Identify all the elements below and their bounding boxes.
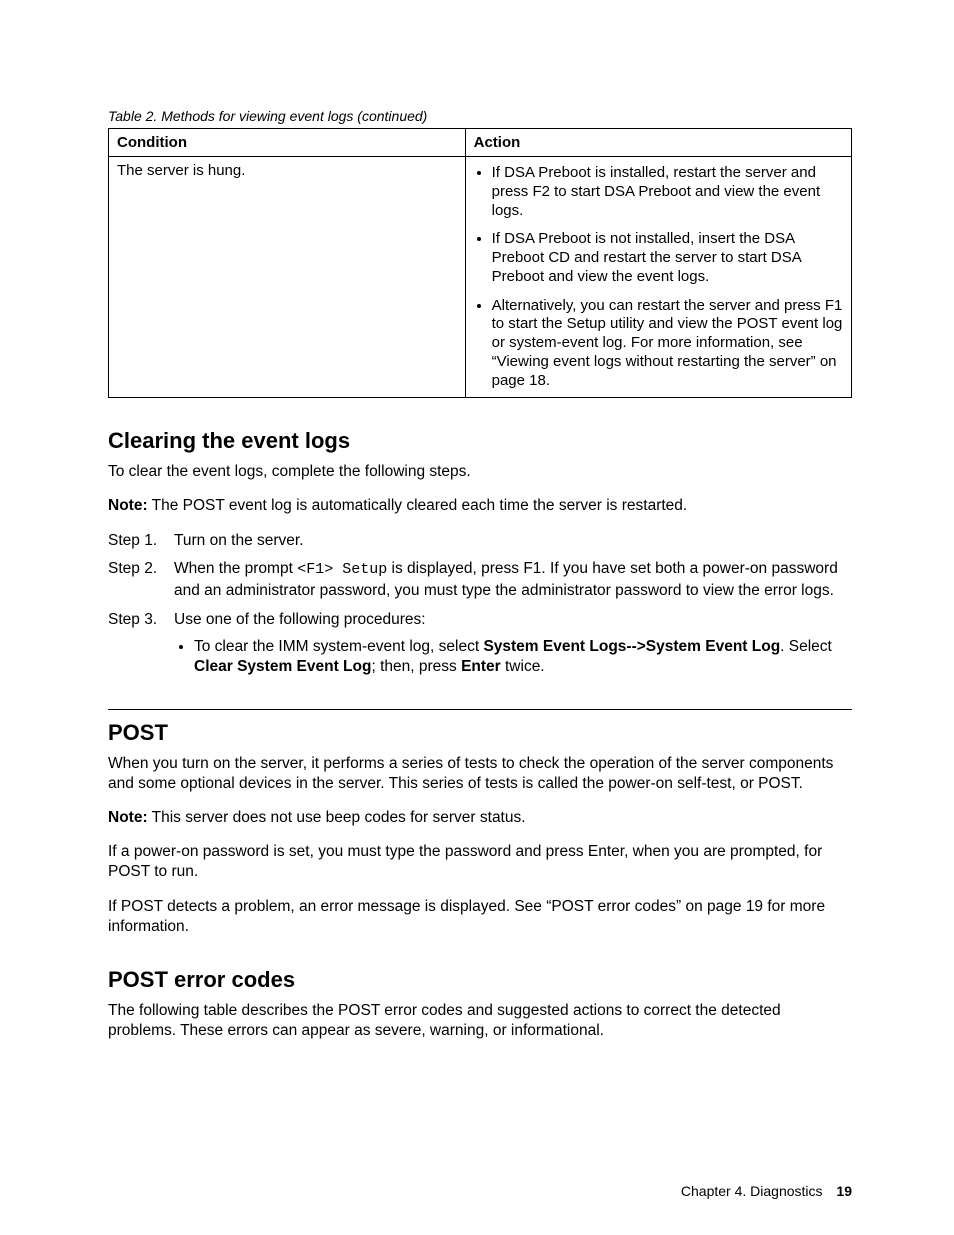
paragraph: The following table describes the POST e… (108, 1001, 852, 1041)
list-item: To clear the IMM system-event log, selec… (194, 637, 852, 677)
note-body: This server does not use beep codes for … (148, 809, 526, 826)
list-item: If DSA Preboot is not installed, insert … (492, 230, 843, 286)
step-label: Step 1. (108, 531, 174, 552)
text: When the prompt (174, 560, 297, 577)
step-body: Turn on the server. (174, 531, 852, 552)
paragraph: To clear the event logs, complete the fo… (108, 462, 852, 482)
heading-clearing-event-logs: Clearing the event logs (108, 428, 852, 454)
bold: Enter (461, 658, 501, 675)
step-body: When the prompt <F1> Setup is displayed,… (174, 559, 852, 601)
bold: Clear System Event Log (194, 658, 371, 675)
action-list: If DSA Preboot is installed, restart the… (474, 164, 843, 390)
col-header-condition: Condition (109, 129, 466, 157)
step-body: Use one of the following procedures: To … (174, 610, 852, 681)
note-label: Note: (108, 497, 148, 514)
paragraph: When you turn on the server, it performs… (108, 754, 852, 794)
list-item: If DSA Preboot is installed, restart the… (492, 164, 843, 220)
note-label: Note: (108, 809, 148, 826)
action-cell: If DSA Preboot is installed, restart the… (465, 157, 851, 398)
note-paragraph: Note: This server does not use beep code… (108, 808, 852, 828)
text: To clear the IMM system-event log, selec… (194, 638, 483, 655)
bold: System Event Logs-->System Event Log (483, 638, 780, 655)
step-label: Step 2. (108, 559, 174, 601)
paragraph: If POST detects a problem, an error mess… (108, 897, 852, 937)
footer-chapter: Chapter 4. Diagnostics (681, 1183, 823, 1199)
document-page: Table 2. Methods for viewing event logs … (0, 0, 954, 1235)
condition-cell: The server is hung. (109, 157, 466, 398)
steps-list: Step 1. Turn on the server. Step 2. When… (108, 531, 852, 681)
event-table: Condition Action The server is hung. If … (108, 128, 852, 398)
step-label: Step 3. (108, 610, 174, 681)
paragraph: If a power-on password is set, you must … (108, 842, 852, 882)
page-footer: Chapter 4. Diagnostics 19 (681, 1183, 852, 1199)
text: . Select (780, 638, 832, 655)
inner-list: To clear the IMM system-event log, selec… (174, 637, 852, 677)
step-row: Step 2. When the prompt <F1> Setup is di… (108, 559, 852, 601)
table-caption: Table 2. Methods for viewing event logs … (108, 108, 852, 124)
note-body: The POST event log is automatically clea… (148, 497, 688, 514)
footer-page-number: 19 (836, 1183, 852, 1199)
step-row: Step 3. Use one of the following procedu… (108, 610, 852, 681)
text: Use one of the following procedures: (174, 611, 426, 628)
text: ; then, press (371, 658, 461, 675)
heading-post-error-codes: POST error codes (108, 967, 852, 993)
step-row: Step 1. Turn on the server. (108, 531, 852, 552)
table-row: The server is hung. If DSA Preboot is in… (109, 157, 852, 398)
heading-post: POST (108, 709, 852, 746)
inline-code: <F1> Setup (297, 561, 387, 578)
note-paragraph: Note: The POST event log is automaticall… (108, 496, 852, 516)
col-header-action: Action (465, 129, 851, 157)
text: twice. (501, 658, 545, 675)
table-header-row: Condition Action (109, 129, 852, 157)
list-item: Alternatively, you can restart the serve… (492, 297, 843, 391)
